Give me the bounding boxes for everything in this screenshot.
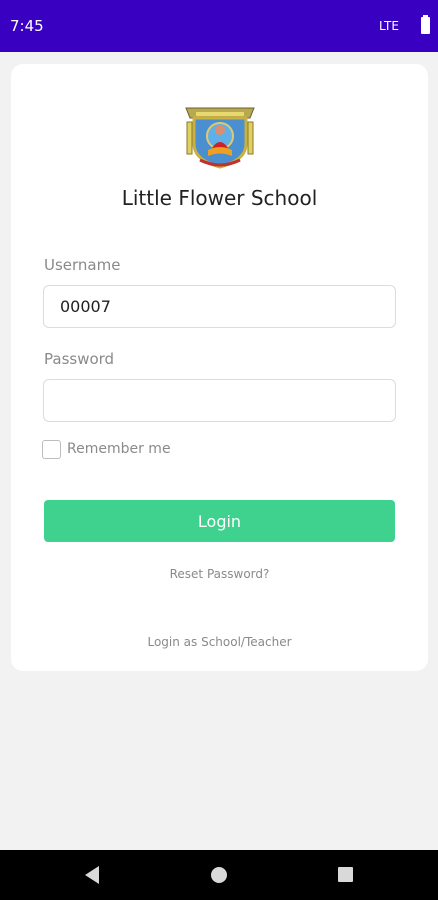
login-button[interactable]: Login xyxy=(44,500,395,542)
back-icon[interactable] xyxy=(85,866,99,884)
reset-password-link[interactable]: Reset Password? xyxy=(11,567,428,581)
recent-apps-icon[interactable] xyxy=(338,867,353,882)
username-label: Username xyxy=(44,256,121,274)
status-time: 7:45 xyxy=(10,17,44,35)
battery-icon xyxy=(421,15,430,34)
username-input[interactable] xyxy=(43,285,396,328)
school-crest-logo xyxy=(185,107,255,169)
home-icon[interactable] xyxy=(211,867,227,883)
remember-me-row[interactable]: Remember me xyxy=(42,439,171,459)
login-card: Little Flower School Username Password R… xyxy=(11,64,428,671)
password-input[interactable] xyxy=(43,379,396,422)
remember-me-label[interactable]: Remember me xyxy=(67,441,171,457)
school-name: Little Flower School xyxy=(121,186,318,210)
navigation-bar xyxy=(0,850,438,900)
password-label: Password xyxy=(44,350,115,368)
remember-me-checkbox[interactable] xyxy=(42,439,61,459)
login-as-school-teacher-link[interactable]: Login as School/Teacher xyxy=(11,635,428,649)
status-bar: 7:45 LTE xyxy=(0,0,438,52)
network-indicator: LTE xyxy=(379,19,399,33)
